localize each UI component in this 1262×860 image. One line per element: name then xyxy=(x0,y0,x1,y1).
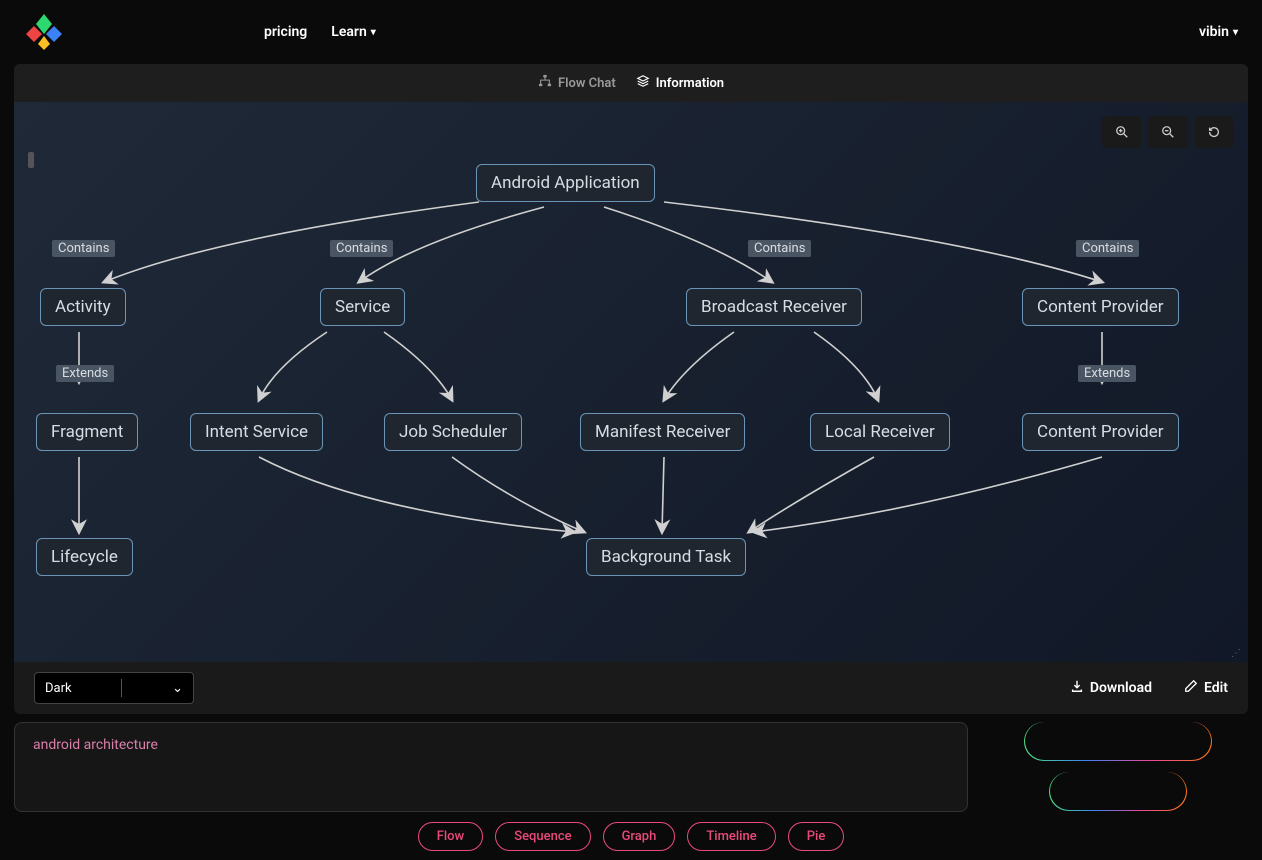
prompt-input[interactable]: android architecture xyxy=(14,722,968,812)
layers-icon xyxy=(636,74,650,92)
sitemap-icon xyxy=(538,74,552,92)
edit-icon xyxy=(1184,679,1198,697)
logo[interactable] xyxy=(24,12,64,52)
node-manifest-receiver[interactable]: Manifest Receiver xyxy=(580,413,745,451)
reset-button[interactable] xyxy=(1194,116,1234,148)
zoom-out-button[interactable] xyxy=(1148,116,1188,148)
node-broadcast-receiver[interactable]: Broadcast Receiver xyxy=(686,288,862,326)
tab-information[interactable]: Information xyxy=(636,74,724,92)
chevron-down-icon: ▾ xyxy=(1233,27,1238,38)
upload-button[interactable]: Upload a file xyxy=(1050,772,1186,810)
theme-select[interactable]: Dark ⌄ xyxy=(34,672,194,704)
node-fragment[interactable]: Fragment xyxy=(36,413,138,451)
nav-learn-label: Learn xyxy=(331,24,366,40)
node-background-task[interactable]: Background Task xyxy=(586,538,746,576)
node-lifecycle[interactable]: Lifecycle xyxy=(36,538,133,576)
tab-label: Information xyxy=(656,76,724,91)
bottom-bar: Dark ⌄ Download Edit xyxy=(14,662,1248,714)
edit-label: Edit xyxy=(1204,680,1228,696)
node-content-provider-2[interactable]: Content Provider xyxy=(1022,413,1179,451)
chip-timeline[interactable]: Timeline xyxy=(687,822,775,851)
generate-label: Generate AI diagram xyxy=(1054,733,1183,749)
chip-flow[interactable]: Flow xyxy=(418,822,484,851)
theme-selected: Dark xyxy=(45,681,72,696)
edge-label-contains: Contains xyxy=(748,240,811,257)
tab-flow-chat[interactable]: Flow Chat xyxy=(538,74,616,92)
edit-button[interactable]: Edit xyxy=(1184,679,1228,697)
upload-label: Upload a file xyxy=(1079,783,1157,799)
nav-pricing[interactable]: pricing xyxy=(264,24,307,40)
zoom-controls xyxy=(1102,116,1234,148)
node-activity[interactable]: Activity xyxy=(40,288,126,326)
side-buttons: Generate AI diagram Upload a file xyxy=(988,722,1248,810)
nav: pricing Learn ▾ xyxy=(264,24,376,40)
edge-label-contains: Contains xyxy=(52,240,115,257)
diagram-type-chips: Flow Sequence Graph Timeline Pie xyxy=(0,812,1262,851)
edge-label-contains: Contains xyxy=(330,240,393,257)
resize-handle[interactable]: ⋰ xyxy=(1231,648,1242,659)
chip-pie[interactable]: Pie xyxy=(788,822,845,851)
header: pricing Learn ▾ vibin ▾ xyxy=(0,0,1262,64)
zoom-in-button[interactable] xyxy=(1102,116,1142,148)
node-android-application[interactable]: Android Application xyxy=(476,164,655,202)
node-job-scheduler[interactable]: Job Scheduler xyxy=(384,413,522,451)
download-button[interactable]: Download xyxy=(1070,679,1152,697)
tabs: Flow Chat Information xyxy=(14,64,1248,102)
diagram-canvas[interactable]: ⋰ Android Applicati xyxy=(14,102,1248,662)
chip-graph[interactable]: Graph xyxy=(603,822,676,851)
chevron-down-icon: ▾ xyxy=(371,27,376,38)
select-divider xyxy=(121,679,122,697)
node-local-receiver[interactable]: Local Receiver xyxy=(810,413,950,451)
user-menu[interactable]: vibin ▾ xyxy=(1199,24,1238,40)
download-label: Download xyxy=(1090,680,1152,696)
chip-sequence[interactable]: Sequence xyxy=(495,822,590,851)
input-row: android architecture Generate AI diagram… xyxy=(0,722,1262,812)
chevron-down-icon: ⌄ xyxy=(172,681,183,696)
edge-label-extends: Extends xyxy=(56,365,114,382)
edge-label-extends: Extends xyxy=(1078,365,1136,382)
main-panel: Flow Chat Information ⋰ xyxy=(14,64,1248,714)
node-intent-service[interactable]: Intent Service xyxy=(190,413,323,451)
user-name: vibin xyxy=(1199,24,1229,40)
download-icon xyxy=(1070,679,1084,697)
nav-learn[interactable]: Learn ▾ xyxy=(331,24,376,40)
node-service[interactable]: Service xyxy=(320,288,405,326)
generate-button[interactable]: Generate AI diagram xyxy=(1025,722,1212,760)
tab-label: Flow Chat xyxy=(558,76,616,91)
panel-handle[interactable] xyxy=(28,152,34,168)
edge-label-contains: Contains xyxy=(1076,240,1139,257)
node-content-provider[interactable]: Content Provider xyxy=(1022,288,1179,326)
